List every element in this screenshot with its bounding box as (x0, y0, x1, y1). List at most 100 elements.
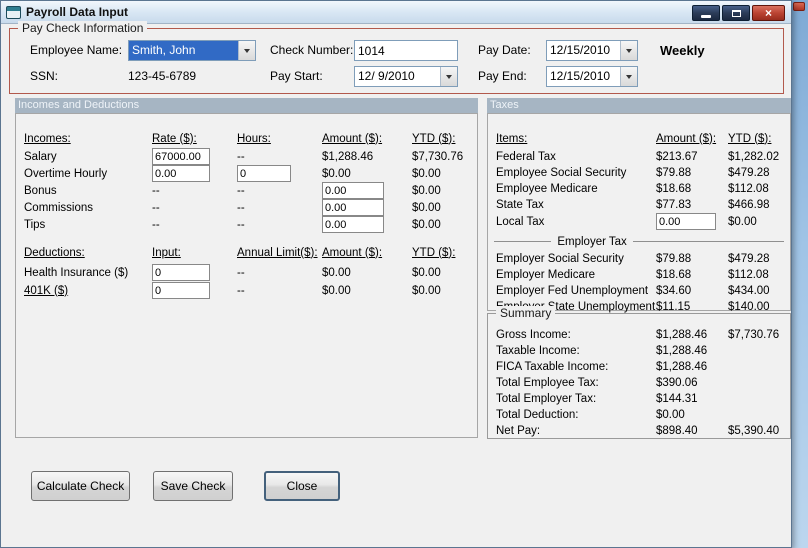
employer-tax-separator-label: Employer Tax (557, 235, 627, 248)
pay-frequency-label: Weekly (660, 43, 705, 58)
summary-label: FICA Taxable Income: (496, 360, 609, 373)
tax-label: Employer Medicare (496, 268, 596, 281)
summary-label: Taxable Income: (496, 344, 580, 357)
income-ytd: $0.00 (412, 167, 441, 180)
income-row-commissions: Commissions -- -- $0.00 (16, 199, 477, 216)
employee-name-label: Employee Name: (30, 43, 123, 57)
amount-col-header: Amount ($): (322, 246, 383, 259)
bonus-amount-input[interactable] (322, 182, 384, 199)
deduction-ytd: $0.00 (412, 284, 441, 297)
tips-amount-input[interactable] (322, 216, 384, 233)
incomes-col-header: Incomes: (24, 132, 71, 145)
pay-date-picker[interactable]: 12/15/2010 (546, 40, 638, 61)
deduction-limit: -- (237, 284, 245, 297)
overtime-hours-input[interactable] (237, 165, 291, 182)
salary-rate-input[interactable] (152, 148, 210, 165)
annual-limit-col-header: Annual Limit($): (237, 246, 318, 259)
employee-name-combobox[interactable]: Smith, John (128, 40, 256, 61)
incomes-deductions-panel: Incomes: Rate ($): Hours: Amount ($): YT… (15, 113, 478, 438)
summary-amount: $0.00 (656, 408, 685, 421)
income-rate: -- (152, 201, 160, 214)
paycheck-info-legend: Pay Check Information (18, 21, 148, 35)
pay-date-dropdown-button[interactable] (620, 41, 637, 60)
local-tax-input[interactable] (656, 213, 716, 230)
tax-ytd: $0.00 (728, 215, 757, 228)
deduction-amount: $0.00 (322, 284, 351, 297)
deduction-401k-link[interactable]: 401K ($) (24, 285, 152, 297)
maximize-button[interactable] (722, 5, 750, 21)
pay-end-label: Pay End: (478, 69, 527, 83)
tax-amount: $11.15 (656, 300, 691, 313)
deduction-limit: -- (237, 266, 245, 279)
income-hours: -- (237, 201, 245, 214)
pay-end-picker[interactable]: 12/15/2010 (546, 66, 638, 87)
chevron-down-icon (244, 48, 250, 53)
income-label: Commissions (24, 201, 94, 214)
rate-col-header: Rate ($): (152, 132, 197, 145)
401k-input[interactable] (152, 282, 210, 299)
calculate-check-button[interactable]: Calculate Check (31, 471, 130, 501)
tax-amount: $79.88 (656, 252, 692, 265)
summary-label: Total Employee Tax: (496, 376, 599, 389)
taxes-header-row: Items: Amount ($): YTD ($): (488, 130, 790, 147)
employee-name-value: Smith, John (129, 41, 238, 60)
income-ytd: $0.00 (412, 201, 441, 214)
chevron-down-icon (626, 48, 632, 53)
tax-row-employer-medicare: Employer Medicare $18.68 $112.08 (488, 266, 790, 283)
pay-date-value: 12/15/2010 (550, 43, 611, 57)
payroll-dialog-window: Payroll Data Input × Pay Check Informati… (0, 0, 792, 548)
deduction-label: Health Insurance ($) (24, 266, 129, 279)
income-label: Bonus (24, 184, 57, 197)
income-row-tips: Tips -- -- $0.00 (16, 216, 477, 233)
summary-label: Net Pay: (496, 424, 541, 437)
check-number-input[interactable] (354, 40, 458, 61)
tax-amount: $18.68 (656, 182, 692, 195)
chevron-down-icon (626, 74, 632, 79)
tax-amount: $79.88 (656, 166, 692, 179)
tax-row-federal: Federal Tax $213.67 $1,282.02 (488, 148, 790, 165)
commissions-amount-input[interactable] (322, 199, 384, 216)
tax-amount: $213.67 (656, 150, 698, 163)
summary-groupbox: Summary Gross Income: $1,288.46 $7,730.7… (487, 306, 791, 439)
summary-amount: $1,288.46 (656, 360, 708, 373)
employee-name-dropdown-button[interactable] (238, 41, 255, 60)
tax-ytd: $466.98 (728, 198, 770, 211)
window-title: Payroll Data Input (26, 5, 129, 19)
tax-row-local: Local Tax $0.00 (488, 213, 790, 230)
income-amount: $0.00 (322, 167, 351, 180)
income-row-bonus: Bonus -- -- $0.00 (16, 182, 477, 199)
summary-ytd: $5,390.40 (728, 424, 780, 437)
check-number-label: Check Number: (270, 43, 354, 57)
overtime-rate-input[interactable] (152, 165, 210, 182)
deductions-col-header: Deductions: (24, 246, 85, 259)
summary-legend: Summary (496, 306, 556, 320)
income-ytd: $0.00 (412, 218, 441, 231)
tax-ytd: $479.28 (728, 166, 770, 179)
health-insurance-input[interactable] (152, 264, 210, 281)
taxes-section-header: Taxes (487, 98, 791, 113)
chevron-down-icon (446, 74, 452, 79)
pay-end-value: 12/15/2010 (550, 69, 611, 83)
ytd-col-header: YTD ($): (412, 246, 456, 259)
ytd-col-header: YTD ($): (412, 132, 456, 145)
tax-row-employer-ss: Employer Social Security $79.88 $479.28 (488, 250, 790, 267)
pay-start-picker[interactable]: 12/ 9/2010 (354, 66, 458, 87)
income-label: Salary (24, 150, 57, 163)
deduction-row-health-insurance: Health Insurance ($) -- $0.00 $0.00 (16, 264, 477, 281)
close-dialog-button[interactable]: Close (264, 471, 340, 501)
income-row-overtime: Overtime Hourly $0.00 $0.00 (16, 165, 477, 182)
summary-ytd: $7,730.76 (728, 328, 780, 341)
income-ytd: $7,730.76 (412, 150, 464, 163)
minimize-button[interactable] (692, 5, 720, 21)
summary-row-gross: Gross Income: $1,288.46 $7,730.76 (488, 326, 790, 343)
hours-col-header: Hours: (237, 132, 271, 145)
caption-buttons: × (692, 5, 785, 21)
save-check-button[interactable]: Save Check (153, 471, 233, 501)
close-button[interactable]: × (752, 5, 785, 21)
deduction-ytd: $0.00 (412, 266, 441, 279)
summary-row-employer-tax: Total Employer Tax: $144.31 (488, 390, 790, 407)
pay-end-dropdown-button[interactable] (620, 67, 637, 86)
income-hours: -- (237, 150, 245, 163)
tax-ytd: $434.00 (728, 284, 770, 297)
pay-start-dropdown-button[interactable] (440, 67, 457, 86)
